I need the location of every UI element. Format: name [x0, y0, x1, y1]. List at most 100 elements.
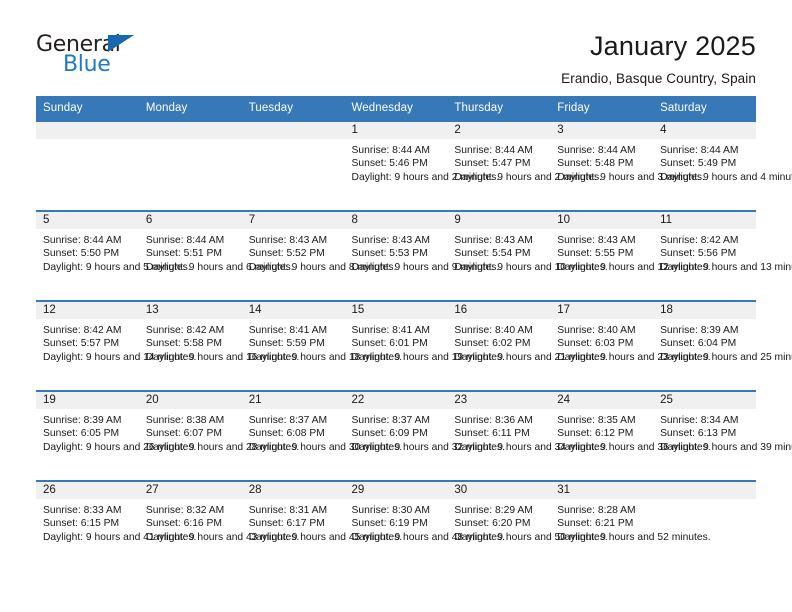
- sunrise-text: Sunrise: 8:34 AM: [660, 415, 739, 426]
- calendar-day-cell[interactable]: 5 Sunrise: 8:44 AM Sunset: 5:50 PM Daylight…: [36, 210, 191, 301]
- daylight-text: Daylight: 9 hours and 32 minutes.: [351, 441, 505, 453]
- calendar-day-cell[interactable]: 2 Sunrise: 8:44 AM Sunset: 5:47 PM Daylight…: [447, 120, 602, 211]
- day-details: Sunrise: 8:44 AM Sunset: 5:46 PM Daylight:…: [345, 139, 500, 184]
- calendar-day-cell[interactable]: 8 Sunrise: 8:43 AM Sunset: 5:53 PM Daylight…: [344, 210, 499, 301]
- calendar-day-cell[interactable]: 15 Sunrise: 8:41 AM Sunset: 6:01 PM Dayligh…: [344, 300, 505, 391]
- sunrise-text: Sunrise: 8:39 AM: [660, 325, 739, 336]
- sunrise-text: Sunrise: 8:40 AM: [454, 325, 533, 336]
- day-number: 2: [447, 122, 551, 139]
- daylight-text: Daylight: 9 hours and 48 minutes.: [351, 531, 505, 543]
- calendar-week-row: 12 Sunrise: 8:42 AM Sunset: 5:57 PM Dayligh…: [36, 300, 792, 391]
- day-details: Sunrise: 8:44 AM Sunset: 5:49 PM Daylight:…: [653, 139, 792, 184]
- calendar-day-cell[interactable]: 11 Sunrise: 8:42 AM Sunset: 5:56 PM Dayligh…: [653, 210, 792, 301]
- day-number: 24: [550, 392, 654, 409]
- day-number: [653, 482, 756, 499]
- calendar-day-cell[interactable]: 4 Sunrise: 8:44 AM Sunset: 5:49 PM Daylight…: [653, 120, 792, 211]
- calendar-day-cell[interactable]: 16 Sunrise: 8:40 AM Sunset: 6:02 PM Dayligh…: [447, 300, 608, 391]
- day-number: 23: [447, 392, 551, 409]
- day-number: 5: [36, 212, 139, 229]
- calendar-day-cell[interactable]: 20 Sunrise: 8:38 AM Sunset: 6:07 PM Dayligh…: [138, 390, 299, 481]
- calendar-day-cell[interactable]: 25 Sunrise: 8:34 AM Sunset: 6:13 PM Dayligh…: [653, 390, 792, 481]
- calendar-day-cell[interactable]: 26 Sunrise: 8:33 AM Sunset: 6:15 PM Dayligh…: [36, 480, 196, 571]
- sunrise-text: Sunrise: 8:44 AM: [145, 235, 225, 246]
- calendar-cell-empty: [653, 480, 756, 571]
- calendar-day-cell[interactable]: 28 Sunrise: 8:31 AM Sunset: 6:17 PM Dayligh…: [241, 480, 402, 571]
- weekday-header-tuesday: Tuesday: [241, 96, 345, 121]
- day-number: [138, 122, 242, 139]
- daylight-text: Daylight: 9 hours and 23 minutes.: [557, 351, 711, 363]
- calendar-day-cell[interactable]: 24 Sunrise: 8:35 AM Sunset: 6:12 PM Dayligh…: [550, 390, 711, 481]
- sunrise-text: Sunrise: 8:40 AM: [557, 325, 636, 336]
- day-number: 14: [241, 302, 345, 319]
- daylight-text: Daylight: 9 hours and 19 minutes.: [351, 351, 505, 363]
- day-details: Sunrise: 8:43 AM Sunset: 5:55 PM Daylight:…: [550, 229, 710, 274]
- sunrise-text: Sunrise: 8:44 AM: [351, 145, 430, 156]
- weekday-header-sunday: Sunday: [36, 96, 139, 121]
- sunrise-text: Sunrise: 8:37 AM: [248, 415, 328, 426]
- calendar-day-cell[interactable]: 30 Sunrise: 8:29 AM Sunset: 6:20 PM Dayligh…: [447, 480, 608, 571]
- sunset-text: Sunset: 6:12 PM: [557, 428, 634, 440]
- day-details: Sunrise: 8:43 AM Sunset: 5:54 PM Daylight:…: [447, 229, 608, 274]
- calendar-day-cell[interactable]: 14 Sunrise: 8:41 AM Sunset: 5:59 PM Dayligh…: [241, 300, 402, 391]
- sunset-text: Sunset: 6:02 PM: [454, 338, 531, 350]
- calendar-cell-empty: [36, 120, 139, 211]
- day-number: 16: [447, 302, 551, 319]
- daylight-text: Daylight: 9 hours and 16 minutes.: [145, 351, 300, 363]
- calendar-day-cell[interactable]: 6 Sunrise: 8:44 AM Sunset: 5:51 PM Daylight…: [138, 210, 294, 301]
- sunset-text: Sunset: 6:20 PM: [454, 518, 531, 530]
- calendar-day-cell[interactable]: 17 Sunrise: 8:40 AM Sunset: 6:03 PM Dayligh…: [550, 300, 711, 391]
- calendar-day-cell[interactable]: 3 Sunrise: 8:44 AM Sunset: 5:48 PM Daylight…: [550, 120, 705, 211]
- daylight-text: Daylight: 9 hours and 5 minutes.: [43, 261, 191, 273]
- sunrise-text: Sunrise: 8:43 AM: [248, 235, 328, 246]
- calendar-day-cell[interactable]: 9 Sunrise: 8:43 AM Sunset: 5:54 PM Daylight…: [447, 210, 608, 301]
- daylight-text: Daylight: 9 hours and 52 minutes.: [557, 531, 711, 543]
- weekday-header-wednesday: Wednesday: [344, 96, 448, 121]
- sunrise-text: Sunrise: 8:43 AM: [351, 235, 430, 246]
- general-blue-logo[interactable]: General Blue: [36, 29, 146, 81]
- day-number: 1: [344, 122, 448, 139]
- calendar-week-row: 5 Sunrise: 8:44 AM Sunset: 5:50 PM Daylight…: [36, 210, 792, 301]
- sunrise-text: Sunrise: 8:33 AM: [43, 505, 122, 516]
- calendar-day-cell[interactable]: 21 Sunrise: 8:37 AM Sunset: 6:08 PM Dayligh…: [241, 390, 402, 481]
- daylight-text: Daylight: 9 hours and 13 minutes.: [660, 261, 792, 273]
- day-details: Sunrise: 8:38 AM Sunset: 6:07 PM Daylight:…: [139, 409, 299, 454]
- day-details: Sunrise: 8:42 AM Sunset: 5:58 PM Daylight:…: [139, 319, 300, 364]
- title-block: January 2025 Erandio, Basque Country, Sp…: [561, 29, 756, 86]
- calendar-day-cell[interactable]: 10 Sunrise: 8:43 AM Sunset: 5:55 PM Dayligh…: [550, 210, 711, 301]
- day-number: 13: [138, 302, 242, 319]
- day-details: [36, 139, 139, 144]
- calendar-day-cell[interactable]: 12 Sunrise: 8:42 AM Sunset: 5:57 PM Dayligh…: [36, 300, 196, 391]
- sunrise-text: Sunrise: 8:43 AM: [454, 235, 533, 246]
- sunset-text: Sunset: 6:16 PM: [145, 518, 222, 530]
- sunrise-text: Sunrise: 8:42 AM: [43, 325, 122, 336]
- calendar-body: 1 Sunrise: 8:44 AM Sunset: 5:46 PM Daylight…: [36, 120, 792, 571]
- daylight-text: Daylight: 9 hours and 10 minutes.: [454, 261, 608, 273]
- logo-text-blue: Blue: [63, 52, 111, 77]
- day-number: 7: [241, 212, 345, 229]
- day-details: Sunrise: 8:37 AM Sunset: 6:09 PM Daylight:…: [345, 409, 505, 454]
- sunset-text: Sunset: 5:56 PM: [660, 248, 737, 260]
- sunset-text: Sunset: 5:58 PM: [145, 338, 222, 350]
- day-details: [653, 499, 756, 504]
- day-details: Sunrise: 8:31 AM Sunset: 6:17 PM Daylight:…: [242, 499, 402, 544]
- calendar-day-cell[interactable]: 31 Sunrise: 8:28 AM Sunset: 6:21 PM Dayligh…: [550, 480, 711, 571]
- calendar-day-cell[interactable]: 27 Sunrise: 8:32 AM Sunset: 6:16 PM Dayligh…: [138, 480, 299, 571]
- day-number: 21: [241, 392, 345, 409]
- calendar-day-cell[interactable]: 13 Sunrise: 8:42 AM Sunset: 5:58 PM Dayligh…: [138, 300, 300, 391]
- day-details: Sunrise: 8:39 AM Sunset: 6:05 PM Daylight:…: [36, 409, 196, 454]
- day-details: Sunrise: 8:35 AM Sunset: 6:12 PM Daylight:…: [550, 409, 710, 454]
- calendar-day-cell[interactable]: 23 Sunrise: 8:36 AM Sunset: 6:11 PM Dayligh…: [447, 390, 608, 481]
- day-details: Sunrise: 8:44 AM Sunset: 5:47 PM Daylight:…: [447, 139, 602, 184]
- calendar-day-cell[interactable]: 1 Sunrise: 8:44 AM Sunset: 5:46 PM Daylight…: [344, 120, 500, 211]
- day-details: Sunrise: 8:42 AM Sunset: 5:57 PM Daylight:…: [36, 319, 196, 364]
- calendar-day-cell[interactable]: 7 Sunrise: 8:43 AM Sunset: 5:52 PM Daylight…: [241, 210, 396, 301]
- calendar-day-cell[interactable]: 29 Sunrise: 8:30 AM Sunset: 6:19 PM Dayligh…: [344, 480, 505, 571]
- daylight-text: Daylight: 9 hours and 34 minutes.: [454, 441, 608, 453]
- sunrise-text: Sunrise: 8:31 AM: [248, 505, 328, 516]
- calendar-day-cell[interactable]: 18 Sunrise: 8:39 AM Sunset: 6:04 PM Dayligh…: [653, 300, 792, 391]
- day-details: Sunrise: 8:40 AM Sunset: 6:03 PM Daylight:…: [550, 319, 711, 364]
- calendar-day-cell[interactable]: 22 Sunrise: 8:37 AM Sunset: 6:09 PM Dayligh…: [344, 390, 505, 481]
- day-number: 27: [138, 482, 242, 499]
- calendar-day-cell[interactable]: 19 Sunrise: 8:39 AM Sunset: 6:05 PM Dayligh…: [36, 390, 196, 481]
- day-number: 19: [36, 392, 139, 409]
